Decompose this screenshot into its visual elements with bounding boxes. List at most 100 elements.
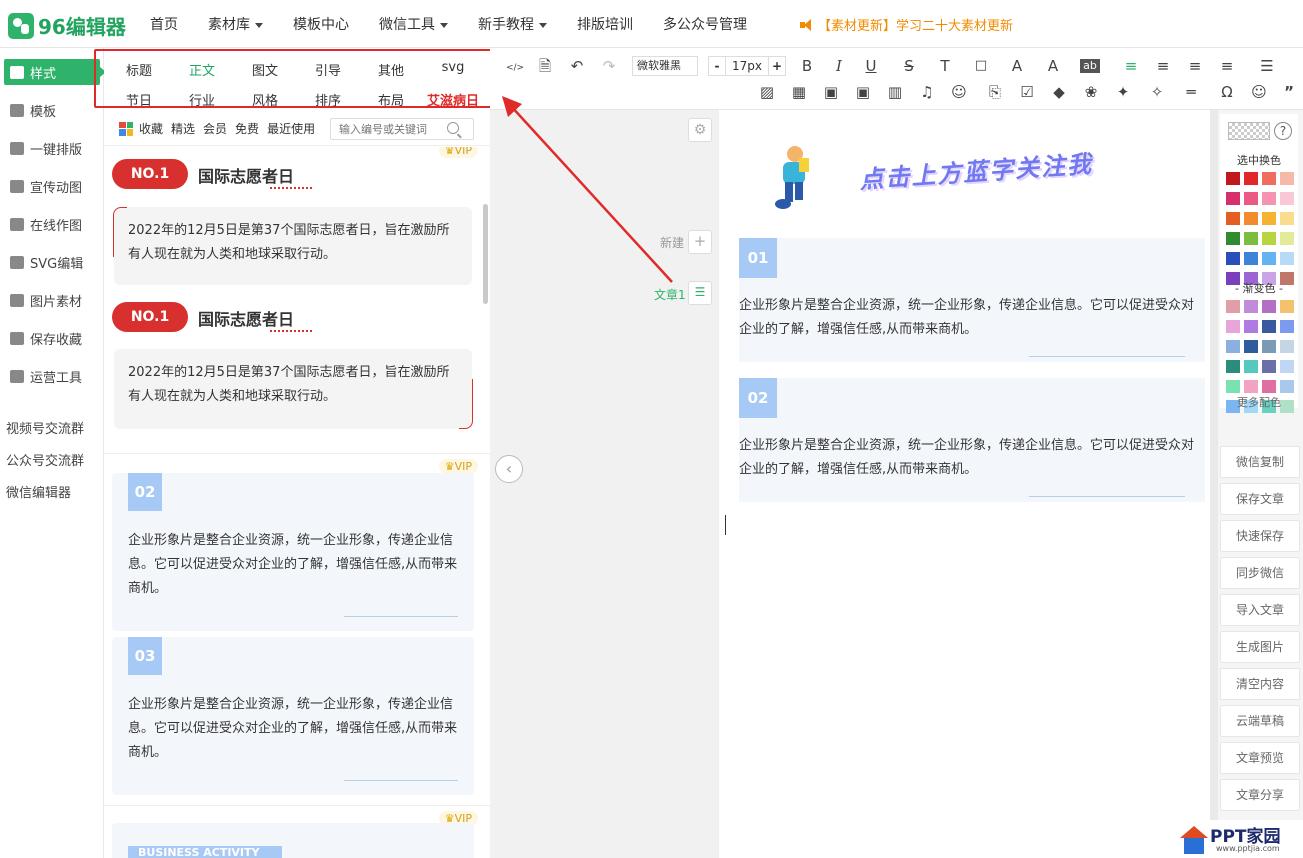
nav-templates[interactable]: 模板中心 (293, 14, 349, 34)
category-festival[interactable]: 节日 (114, 90, 164, 109)
wechat-editor-link[interactable]: 微信编辑器 (6, 482, 71, 501)
nav-materials[interactable]: 素材库 (208, 14, 263, 34)
nav-training[interactable]: 排版培训 (577, 14, 633, 34)
editor-canvas[interactable]: 点击上方蓝字关注我 01 企业形象片是整合企业资源，统一企业形象，传递企业信息。… (718, 110, 1210, 858)
color-swatch[interactable] (1244, 212, 1258, 225)
video-group-link[interactable]: 视频号交流群 (6, 418, 84, 437)
sidebar-item-gif[interactable]: 宣传动图 (4, 173, 100, 199)
redo-icon[interactable]: ↷ (598, 56, 620, 76)
color-swatch[interactable] (1262, 172, 1276, 185)
color-swatch[interactable] (1262, 360, 1276, 373)
sidebar-item-drawing[interactable]: 在线作图 (4, 211, 100, 237)
filter-featured[interactable]: 精选 (171, 120, 195, 137)
editor-section-card[interactable]: 02 企业形象片是整合企业资源，统一企业形象，传递企业信息。它可以促进受众对企业… (739, 378, 1205, 502)
search-input[interactable] (331, 119, 449, 139)
color-swatch[interactable] (1226, 300, 1240, 313)
font-color-icon[interactable]: A (1006, 56, 1028, 76)
category-image-text[interactable]: 图文 (240, 60, 290, 79)
color-swatch[interactable] (1244, 380, 1258, 393)
section-text[interactable]: 企业形象片是整合企业资源，统一企业形象，传递企业信息。它可以促进受众对企业的了解… (739, 434, 1195, 482)
color-swatch[interactable] (1244, 360, 1258, 373)
color-swatch[interactable] (1226, 380, 1240, 393)
color-swatch[interactable] (1280, 340, 1294, 353)
border-icon[interactable]: □ (970, 56, 992, 76)
filter-free[interactable]: 免费 (235, 120, 259, 137)
category-title[interactable]: 标题 (114, 60, 164, 79)
color-swatch[interactable] (1244, 192, 1258, 205)
color-swatch[interactable] (1226, 192, 1240, 205)
sidebar-item-ops-tools[interactable]: 运营工具 (4, 363, 100, 389)
sidebar-item-template[interactable]: 模板 (4, 97, 100, 123)
magic-icon[interactable]: ✧ (1146, 82, 1168, 102)
color-swatch[interactable] (1280, 232, 1294, 245)
color-swatch[interactable] (1280, 192, 1294, 205)
category-aids-day[interactable]: 艾滋病日 (422, 90, 484, 109)
color-swatch[interactable] (1280, 252, 1294, 265)
omega-icon[interactable]: Ω (1216, 82, 1238, 102)
import-article-button[interactable]: 导入文章 (1220, 594, 1300, 626)
emoji-icon[interactable]: ☺ (1248, 82, 1270, 102)
color-swatch[interactable] (1226, 252, 1240, 265)
quote-icon[interactable]: ” (1278, 82, 1300, 102)
category-body[interactable]: 正文 (177, 60, 227, 79)
format-painter-icon[interactable]: ✦ (1112, 82, 1134, 102)
nav-wechat-tools[interactable]: 微信工具 (379, 14, 448, 34)
highlight-icon[interactable]: A (1042, 56, 1064, 76)
undo-icon[interactable]: ↶ (566, 56, 588, 76)
filter-favorites[interactable]: 收藏 (139, 120, 163, 137)
template-card[interactable]: 03 企业形象片是整合企业资源，统一企业形象，传递企业信息。它可以促进受众对企业… (112, 637, 474, 795)
sync-wechat-button[interactable]: 同步微信 (1220, 557, 1300, 589)
category-industry[interactable]: 行业 (177, 90, 227, 109)
category-layout[interactable]: 布局 (366, 90, 416, 109)
color-swatch[interactable] (1262, 192, 1276, 205)
color-swatch[interactable] (1244, 172, 1258, 185)
sidebar-item-favorites[interactable]: 保存收藏 (4, 325, 100, 351)
justify-icon[interactable]: ≡ (1216, 56, 1238, 76)
font-family-select[interactable]: 微软雅黑 (632, 56, 698, 76)
cloud-draft-button[interactable]: 云端草稿 (1220, 705, 1300, 737)
category-svg[interactable]: svg (428, 60, 478, 75)
category-order[interactable]: 排序 (303, 90, 353, 109)
image-gallery-icon[interactable]: ▣ (852, 82, 874, 102)
save-article-button[interactable]: 保存文章 (1220, 483, 1300, 515)
nav-tutorials[interactable]: 新手教程 (478, 14, 547, 34)
editor-scrollbar[interactable] (1210, 110, 1218, 858)
color-swatch[interactable] (1262, 380, 1276, 393)
template-card[interactable]: 02 企业形象片是整合企业资源，统一企业形象，传递企业信息。它可以促进受众对企业… (112, 473, 474, 631)
panel-scrollbar[interactable] (483, 204, 488, 304)
pattern-icon[interactable]: ▨ (756, 82, 778, 102)
template-list[interactable]: VIP NO.1 国际志愿者日 2022年的12月5日是第37个国际志愿者日，旨… (104, 147, 490, 858)
article-label[interactable]: 文章1 (654, 286, 686, 303)
template-card[interactable]: 2022年的12月5日是第37个国际志愿者日，旨在激励所有人现在就为人类和地球采… (114, 349, 473, 429)
align-left-icon[interactable]: ≡ (1120, 56, 1142, 76)
increase-size-button[interactable]: + (769, 59, 785, 73)
color-grid-icon[interactable] (119, 121, 133, 136)
color-swatch[interactable] (1280, 300, 1294, 313)
color-swatch[interactable] (1244, 232, 1258, 245)
template-card[interactable]: 2022年的12月5日是第37个国际志愿者日，旨在激励所有人现在就为人类和地球采… (113, 207, 472, 285)
search-icon[interactable] (447, 122, 459, 134)
color-swatch[interactable] (1262, 232, 1276, 245)
bold-icon[interactable]: B (796, 56, 818, 76)
selected-color-label[interactable]: 选中换色 (1220, 152, 1298, 168)
music-icon[interactable]: ♫ (916, 82, 938, 102)
brush-icon[interactable]: ❀ (1080, 82, 1102, 102)
generate-image-button[interactable]: 生成图片 (1220, 631, 1300, 663)
official-group-link[interactable]: 公众号交流群 (6, 450, 84, 469)
color-swatch[interactable] (1226, 172, 1240, 185)
category-style[interactable]: 风格 (240, 90, 290, 109)
strike-icon[interactable]: S (898, 56, 920, 76)
editor-section-card[interactable]: 01 企业形象片是整合企业资源，统一企业形象，传递企业信息。它可以促进受众对企业… (739, 238, 1205, 362)
category-guide[interactable]: 引导 (303, 60, 353, 79)
preview-article-button[interactable]: 文章预览 (1220, 742, 1300, 774)
gear-icon[interactable]: ⚙ (688, 118, 712, 142)
font-size-value[interactable]: 17px (725, 57, 769, 75)
video-icon[interactable]: ▥ (884, 82, 906, 102)
color-swatch[interactable] (1226, 212, 1240, 225)
logo[interactable]: 96编辑器 (8, 11, 126, 40)
sidebar-item-style[interactable]: 样式 (4, 59, 106, 85)
new-article-button[interactable]: + (688, 230, 712, 254)
color-swatch[interactable] (1280, 172, 1294, 185)
paste-icon[interactable]: ⎘ (984, 82, 1006, 102)
doc-icon[interactable]: 🗎 (534, 56, 556, 76)
